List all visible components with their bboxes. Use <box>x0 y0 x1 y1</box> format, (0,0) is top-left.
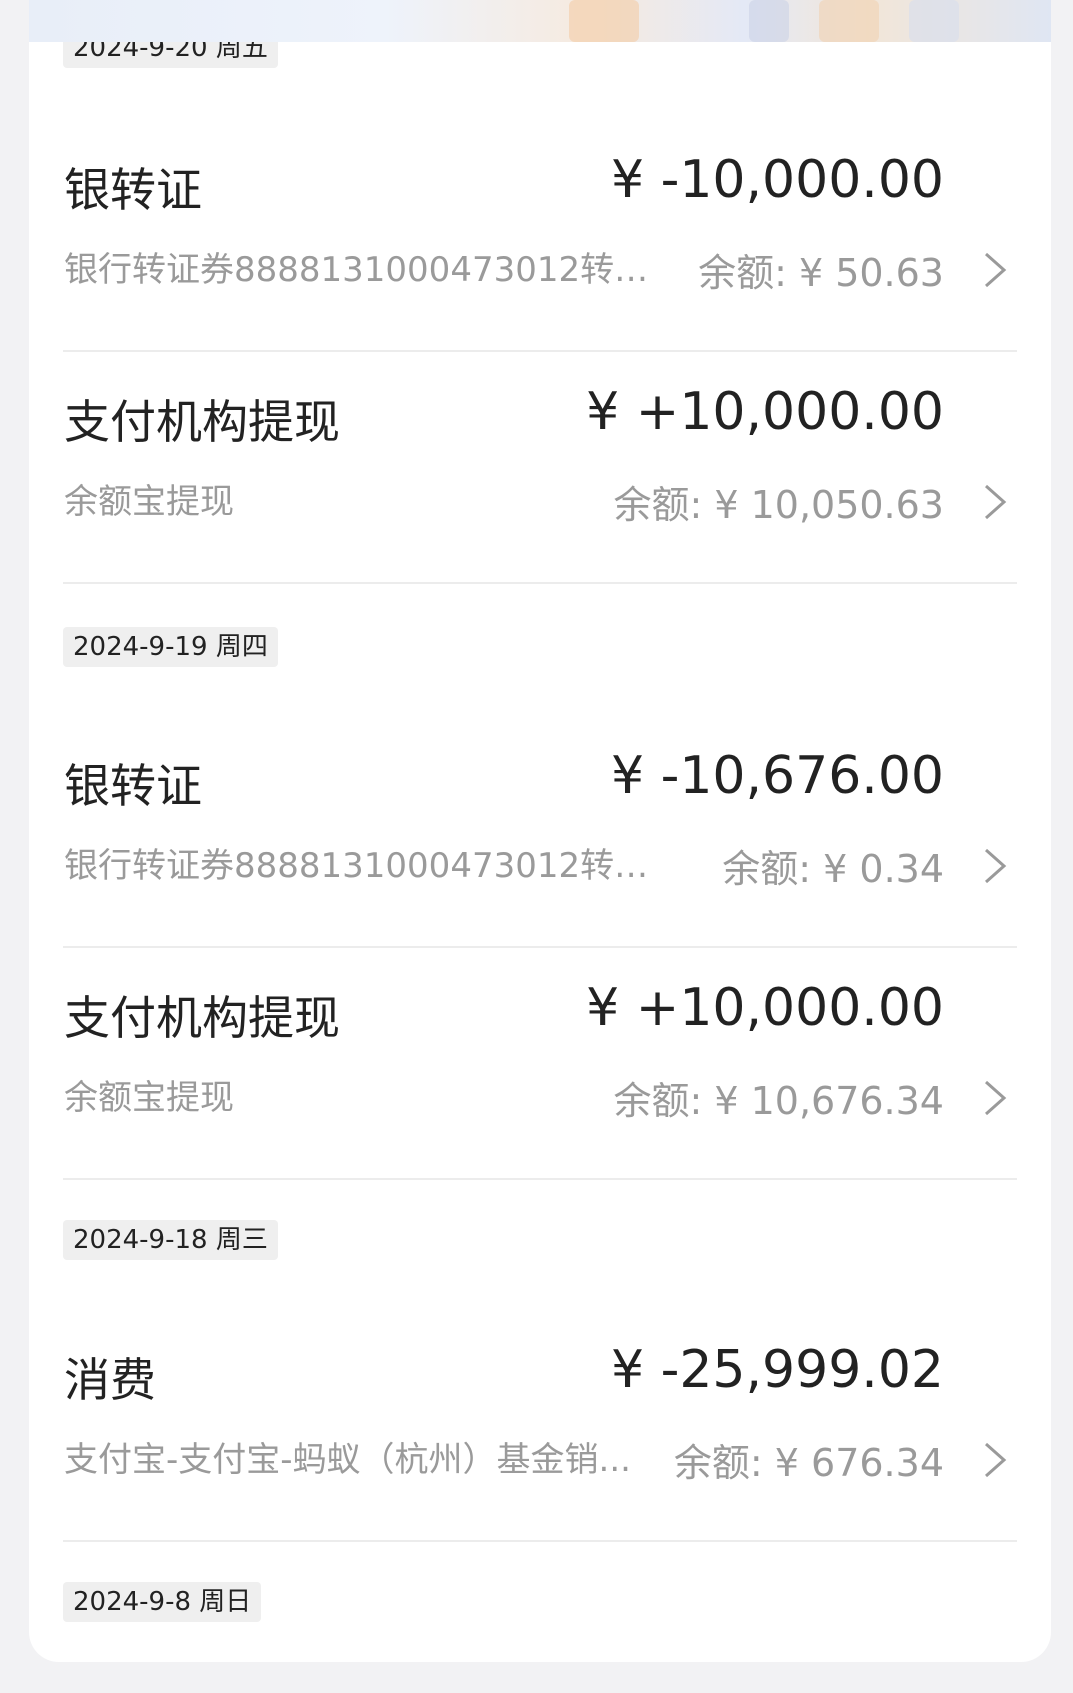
banner-image <box>29 0 1051 42</box>
banner-decor <box>569 0 639 42</box>
transaction-desc: 余额宝提现 <box>64 1078 234 1118</box>
transaction-balance: 余额: ¥ 676.34 <box>673 1441 944 1485</box>
date-chip: 2024-9-19 周四 <box>63 627 278 667</box>
transaction-balance: 余额: ¥ 0.34 <box>722 847 944 891</box>
row-divider <box>63 1178 1017 1180</box>
transaction-row[interactable]: 消费 ¥ -25,999.02 支付宝-支付宝-蚂蚁（杭州）基金销... 余额:… <box>29 1312 1051 1542</box>
transaction-row[interactable]: 支付机构提现 ¥ +10,000.00 余额宝提现 余额: ¥ 10,676.3… <box>29 950 1051 1180</box>
transaction-amount: ¥ -10,000.00 <box>610 150 944 210</box>
transaction-amount: ¥ +10,000.00 <box>586 382 944 442</box>
banner-decor <box>749 0 789 42</box>
chevron-right-icon[interactable] <box>977 1076 1013 1120</box>
transaction-row[interactable]: 银转证 ¥ -10,676.00 银行转证券8888131000473012转入… <box>29 718 1051 948</box>
transaction-balance: 余额: ¥ 10,050.63 <box>613 483 944 527</box>
transaction-list: 2024-9-20 周五 银转证 ¥ -10,000.00 银行转证券88881… <box>29 42 1051 1662</box>
transaction-title: 支付机构提现 <box>64 395 340 449</box>
transaction-balance: 余额: ¥ 10,676.34 <box>613 1079 944 1123</box>
transaction-desc: 余额宝提现 <box>64 482 234 522</box>
chevron-right-icon[interactable] <box>977 1438 1013 1482</box>
row-divider <box>63 946 1017 948</box>
transaction-amount: ¥ -25,999.02 <box>610 1340 944 1400</box>
chevron-right-icon[interactable] <box>977 844 1013 888</box>
transaction-desc: 银行转证券8888131000473012转入131 <box>64 846 679 886</box>
transaction-row[interactable]: 支付机构提现 ¥ +10,000.00 余额宝提现 余额: ¥ 10,050.6… <box>29 354 1051 584</box>
banner-decor <box>819 0 879 42</box>
chevron-right-icon[interactable] <box>977 480 1013 524</box>
transaction-title: 消费 <box>64 1353 156 1407</box>
row-divider <box>63 350 1017 352</box>
chevron-right-icon[interactable] <box>977 248 1013 292</box>
transaction-amount: ¥ -10,676.00 <box>610 746 944 806</box>
transaction-desc: 银行转证券8888131000473012转入131 <box>64 250 679 290</box>
transaction-title: 银转证 <box>64 163 202 217</box>
date-chip: 2024-9-20 周五 <box>63 42 278 68</box>
row-divider <box>63 1540 1017 1542</box>
transaction-desc: 支付宝-支付宝-蚂蚁（杭州）基金销... <box>64 1440 631 1480</box>
transaction-amount: ¥ +10,000.00 <box>586 978 944 1038</box>
date-chip: 2024-9-18 周三 <box>63 1220 278 1260</box>
date-chip: 2024-9-8 周日 <box>63 1582 262 1622</box>
transaction-title: 银转证 <box>64 759 202 813</box>
transaction-title: 支付机构提现 <box>64 991 340 1045</box>
transaction-balance: 余额: ¥ 50.63 <box>698 251 944 295</box>
row-divider <box>63 582 1017 584</box>
banner-decor <box>909 0 959 42</box>
transaction-row[interactable]: 银转证 ¥ -10,000.00 银行转证券8888131000473012转入… <box>29 122 1051 352</box>
